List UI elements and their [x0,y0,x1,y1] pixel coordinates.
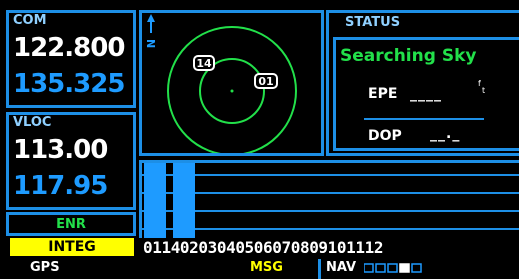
page-group-label: GPS [30,260,60,275]
dop-label: DOP [368,128,402,144]
signal-bar [144,163,166,238]
satellite-14: 14 [193,55,215,71]
com-active-frequency: 122.800 [13,33,125,63]
sky-view-graphic: N 14 01 [144,14,297,153]
svg-text:f: f [478,79,481,88]
com-standby-frequency[interactable]: 135.325 [13,69,125,99]
footer-divider [318,259,321,279]
dop-value: __._ [430,126,461,142]
signal-strength-graph [142,163,519,238]
com-label: COM [13,13,47,28]
message-annunciator[interactable]: MSG [250,260,283,275]
nav-page-group-label: NAV [326,260,357,275]
status-panel: STATUS Searching Sky EPE ____ f t DOP __… [326,10,519,156]
sky-center-dot [230,89,234,93]
status-title: STATUS [345,15,401,30]
status-divider [364,118,484,120]
receiver-status-message: Searching Sky [340,46,477,66]
integrity-annunciator: INTEG [10,238,134,256]
vloc-standby-frequency[interactable]: 117.95 [13,171,108,201]
gps-display: COM 122.800 135.325 VLOC 113.00 117.95 E… [0,0,519,279]
signal-strength-panel [139,160,519,238]
north-arrow-icon [147,14,155,33]
page-position-indicator [364,263,422,273]
vloc-window[interactable]: VLOC 113.00 117.95 [6,112,136,210]
epe-value: ____ [410,86,442,102]
satellite-01: 01 [254,73,278,89]
feet-unit-icon: f t [478,79,485,94]
com-window[interactable]: COM 122.800 135.325 [6,10,136,108]
status-inner-frame: Searching Sky EPE ____ f t DOP __._ [333,37,519,151]
vloc-active-frequency: 113.00 [13,135,108,165]
satellite-number-row: 01140203040506070809101112 [143,238,384,257]
north-label: N [144,39,157,48]
satellite-id: 14 [196,57,212,70]
cdi-mode-box: ENR [6,212,136,236]
flight-phase-label: ENR [56,217,86,232]
epe-label: EPE [368,86,398,102]
satellite-id: 01 [258,75,273,88]
vloc-label: VLOC [13,115,52,130]
sky-view: N 14 01 [139,10,324,156]
signal-bar [173,163,195,238]
svg-text:t: t [482,86,485,94]
